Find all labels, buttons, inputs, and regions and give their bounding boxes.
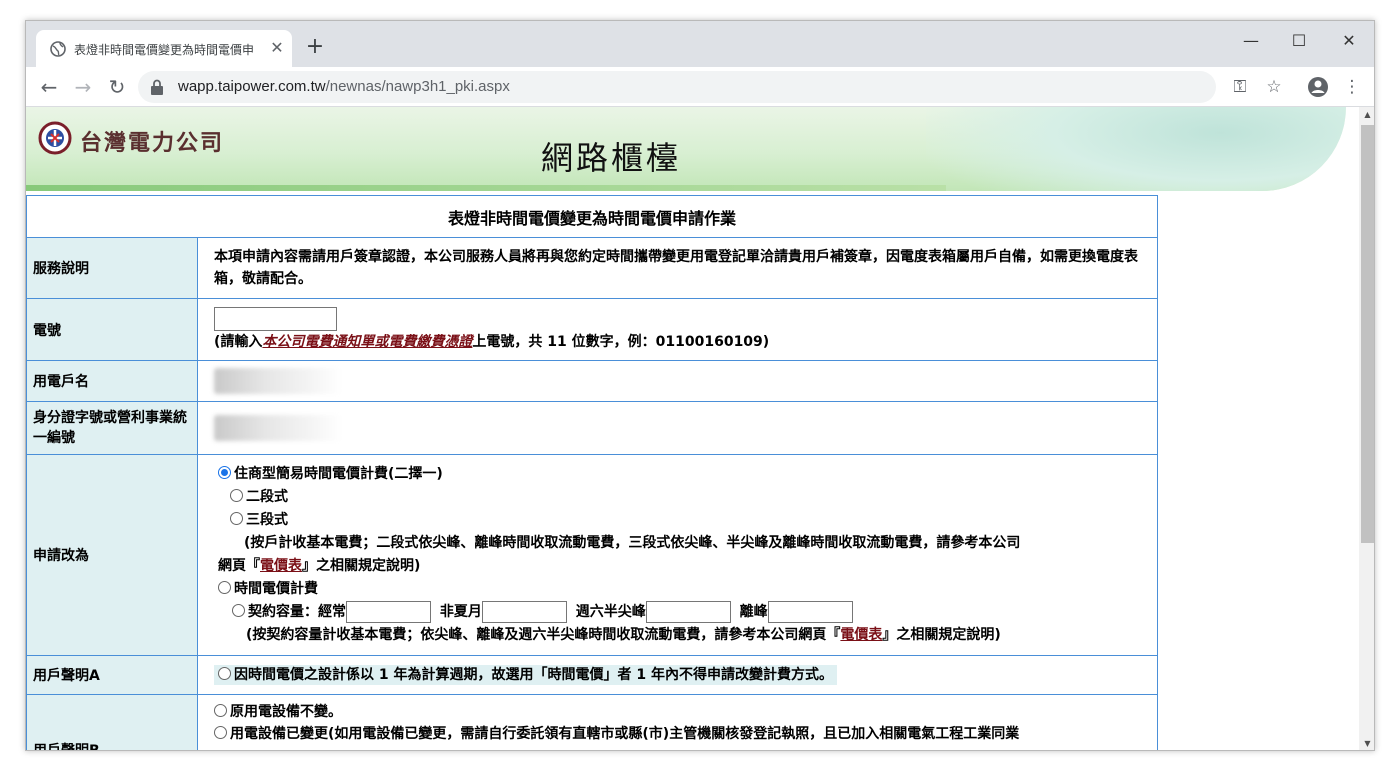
opt1-label: 住商型簡易時間電價計費(二擇一)	[234, 466, 443, 482]
declA-text: 因時間電價之設計係以 1 年為計算週期，故選用「時間電價」者 1 年內不得申請改…	[234, 667, 833, 683]
forward-arrow-icon[interactable]: →	[70, 74, 96, 100]
name-value	[197, 360, 1158, 402]
vertical-scrollbar[interactable]: ▲ ▼	[1359, 107, 1374, 750]
declA-radio[interactable]	[218, 666, 231, 680]
id-label: 身分證字號或營利事業統一編號	[26, 401, 198, 455]
bookmark-star-icon[interactable]: ☆	[1262, 75, 1286, 99]
contract-saturday-input[interactable]	[645, 601, 731, 623]
service-text: 本項申請內容需請用戶簽章認證，本公司服務人員將再與您約定時間攜帶變更用電登記單洽…	[197, 237, 1158, 299]
lock-icon	[151, 79, 163, 95]
scrollbar-thumb[interactable]	[1361, 125, 1374, 543]
browser-tab[interactable]: 表燈非時間電價變更為時間電價申 ✕	[36, 30, 292, 67]
rate-table-link-2[interactable]: 電價表	[840, 627, 882, 643]
minimize-button[interactable]: —	[1228, 27, 1274, 55]
maximize-button[interactable]: ☐	[1276, 27, 1322, 55]
scroll-up-icon[interactable]: ▲	[1359, 107, 1374, 123]
form-title: 表燈非時間電價變更為時間電價申請作業	[26, 195, 1158, 238]
tab-strip: 表燈非時間電價變更為時間電價申 ✕ + — ☐ ✕	[26, 21, 1374, 67]
company-name: 台灣電力公司	[80, 130, 225, 156]
opt1a-radio[interactable]	[230, 488, 243, 502]
declB-opt2-radio[interactable]	[214, 725, 227, 739]
page-content: 台灣電力公司 網路櫃檯 表燈非時間電價變更為時間電價申請作業 服務說明 本項申請…	[26, 107, 1359, 750]
account-cell: (請輸入本公司電費通知單或電費繳費憑證上電號，共 11 位數字，例：011001…	[197, 298, 1158, 361]
change-options: 住商型簡易時間電價計費(二擇一) 二段式 三段式 (按戶計收基本電費；二段式依尖…	[197, 454, 1158, 656]
back-arrow-icon[interactable]: ←	[36, 74, 62, 100]
close-tab-icon[interactable]: ✕	[268, 39, 286, 57]
declA-label: 用戶聲明A	[26, 655, 198, 695]
profile-avatar-icon[interactable]	[1306, 75, 1330, 99]
opt1-radio[interactable]	[218, 465, 231, 479]
name-label: 用電戶名	[26, 360, 198, 402]
service-label: 服務說明	[26, 237, 198, 299]
browser-window: 表燈非時間電價變更為時間電價申 ✕ + — ☐ ✕ ← → ↻ wapp.tai…	[25, 20, 1375, 751]
new-tab-button[interactable]: +	[302, 35, 328, 61]
opt1b-label: 三段式	[246, 512, 288, 528]
taipower-logo-icon	[38, 121, 72, 155]
reload-icon[interactable]: ↻	[104, 74, 130, 100]
close-window-button[interactable]: ✕	[1326, 27, 1372, 55]
opt2-radio[interactable]	[218, 580, 231, 594]
account-hint: (請輸入本公司電費通知單或電費繳費憑證上電號，共 11 位數字，例：011001…	[214, 333, 770, 350]
account-label: 電號	[26, 298, 198, 361]
declB-opt2-label: 用電設備已變更(如用電設備已變更，需請自行委託領有直轄市或縣(市)主管機關核發登…	[230, 726, 1020, 742]
application-form: 表燈非時間電價變更為時間電價申請作業 服務說明 本項申請內容需請用戶簽章認證，本…	[26, 195, 1158, 750]
address-bar[interactable]: wapp.taipower.com.tw/newnas/nawp3h1_pki.…	[138, 71, 1216, 103]
declB-label: 用戶聲明B	[26, 694, 198, 750]
scroll-down-icon[interactable]: ▼	[1359, 736, 1374, 750]
key-icon[interactable]: ⚿	[1228, 75, 1252, 99]
site-title: 網路櫃檯	[541, 139, 682, 177]
contract-regular-input[interactable]	[346, 601, 431, 623]
change-label: 申請改為	[26, 454, 198, 656]
account-number-input[interactable]	[214, 306, 337, 331]
declB-cell: 原用電設備不變。 用電設備已變更(如用電設備已變更，需請自行委託領有直轄市或縣(…	[197, 694, 1158, 750]
opt2-label: 時間電價計費	[234, 581, 318, 597]
tab-title: 表燈非時間電價變更為時間電價申	[74, 43, 255, 57]
opt1-note-2: 網頁『電價表』之相關規定說明)	[218, 558, 421, 574]
bill-link[interactable]: 本公司電費通知單或電費繳費憑證	[262, 334, 472, 350]
site-banner: 台灣電力公司 網路櫃檯	[26, 107, 1346, 191]
contract-nonsummer-input[interactable]	[481, 601, 567, 623]
redacted-name	[214, 368, 342, 394]
opt1a-label: 二段式	[246, 489, 288, 505]
redacted-id	[214, 415, 342, 441]
declB-opt1-label: 原用電設備不變。	[230, 704, 342, 720]
contract-offpeak-input[interactable]	[767, 601, 853, 623]
browser-toolbar: ← → ↻ wapp.taipower.com.tw/newnas/nawp3h…	[26, 67, 1374, 107]
menu-dots-icon[interactable]: ⋮	[1340, 75, 1364, 99]
declA-cell: 因時間電價之設計係以 1 年為計算週期，故選用「時間電價」者 1 年內不得申請改…	[197, 655, 1158, 695]
id-value	[197, 401, 1158, 455]
contract-row: 契約容量：經常 非夏月 週六半尖峰 離峰	[218, 601, 1141, 624]
opt1b-radio[interactable]	[230, 511, 243, 525]
url-text: wapp.taipower.com.tw/newnas/nawp3h1_pki.…	[178, 78, 510, 95]
opt2-note: (按契約容量計收基本電費；依尖峰、離峰及週六半尖峰時間收取流動電費，請參考本公司…	[246, 627, 1001, 643]
rate-table-link-1[interactable]: 電價表	[260, 558, 302, 574]
opt1-note: (按戶計收基本電費；二段式依尖峰、離峰時間收取流動電費，三段式依尖峰、半尖峰及離…	[244, 535, 1021, 551]
globe-icon	[50, 41, 66, 57]
contract-radio[interactable]	[232, 603, 245, 617]
declB-opt1-radio[interactable]	[214, 703, 227, 717]
